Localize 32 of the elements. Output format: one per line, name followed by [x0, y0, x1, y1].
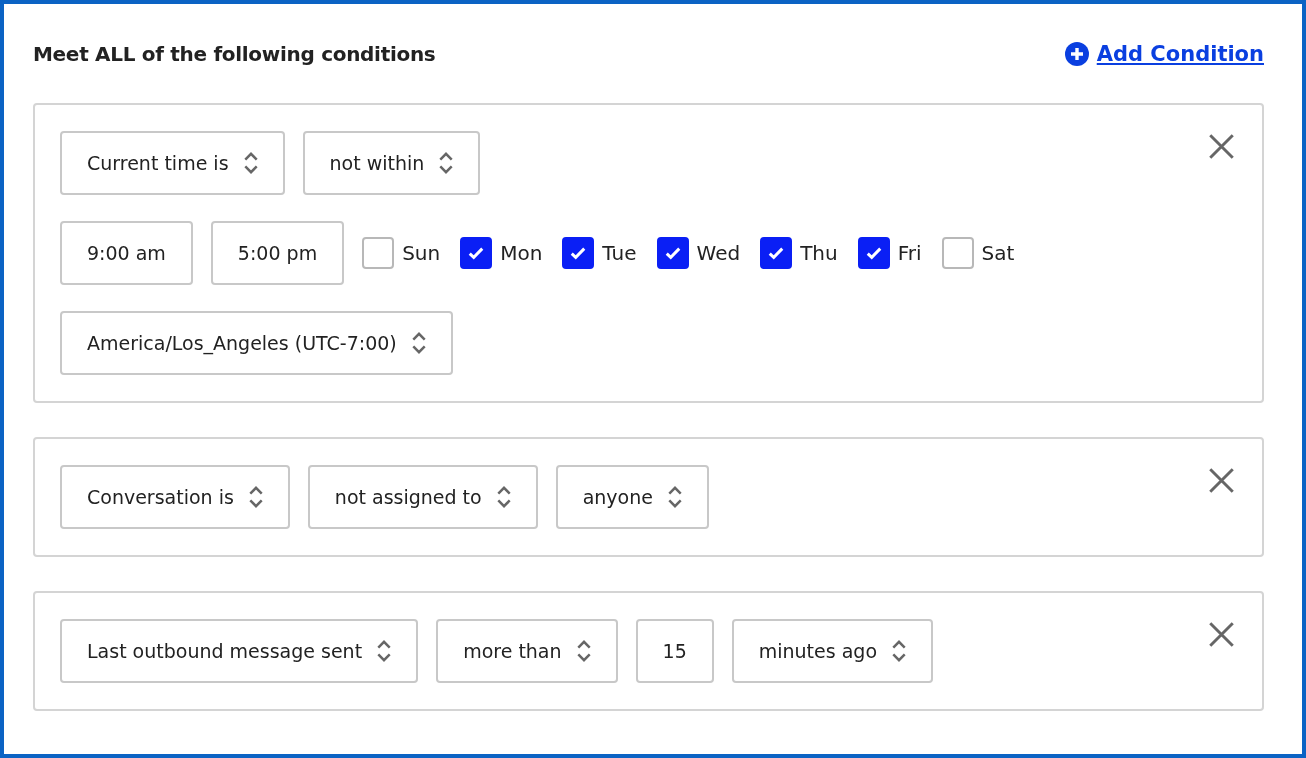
- dropdown[interactable]: Current time is: [60, 131, 285, 195]
- day-label: Mon: [500, 241, 543, 265]
- checkbox[interactable]: [562, 237, 595, 269]
- dropdown[interactable]: America/Los_Angeles (UTC-7:00): [60, 311, 453, 375]
- checkbox[interactable]: [362, 237, 395, 269]
- section-heading: Meet ALL of the following conditions: [33, 42, 436, 66]
- dropdown[interactable]: not assigned to: [307, 465, 538, 529]
- input-field[interactable]: 9:00 am: [60, 221, 193, 285]
- checkbox[interactable]: [941, 237, 974, 269]
- checkbox[interactable]: [460, 237, 493, 269]
- dropdown[interactable]: anyone: [555, 465, 709, 529]
- close-icon[interactable]: [1208, 621, 1235, 648]
- day-label: Wed: [696, 241, 741, 265]
- checkbox[interactable]: [857, 237, 890, 269]
- day-label: Fri: [897, 241, 922, 265]
- dropdown[interactable]: Conversation is: [60, 465, 290, 529]
- input-field[interactable]: 15: [635, 619, 714, 683]
- dropdown[interactable]: Last outbound message sent: [60, 619, 419, 683]
- close-icon[interactable]: [1208, 133, 1235, 160]
- day-label: Tue: [602, 241, 637, 265]
- dropdown[interactable]: minutes ago: [731, 619, 934, 683]
- add-condition-link[interactable]: Add Condition: [1064, 42, 1264, 66]
- input-field[interactable]: 5:00 pm: [210, 221, 345, 285]
- day-label: Sat: [981, 241, 1015, 265]
- plus-circle-icon: [1064, 42, 1089, 66]
- day-label: Sun: [402, 241, 441, 265]
- day-label: Thu: [800, 241, 838, 265]
- dropdown[interactable]: more than: [436, 619, 618, 683]
- dropdown[interactable]: not within: [302, 131, 481, 195]
- close-icon[interactable]: [1208, 467, 1235, 494]
- checkbox[interactable]: [656, 237, 689, 269]
- checkbox[interactable]: [760, 237, 793, 269]
